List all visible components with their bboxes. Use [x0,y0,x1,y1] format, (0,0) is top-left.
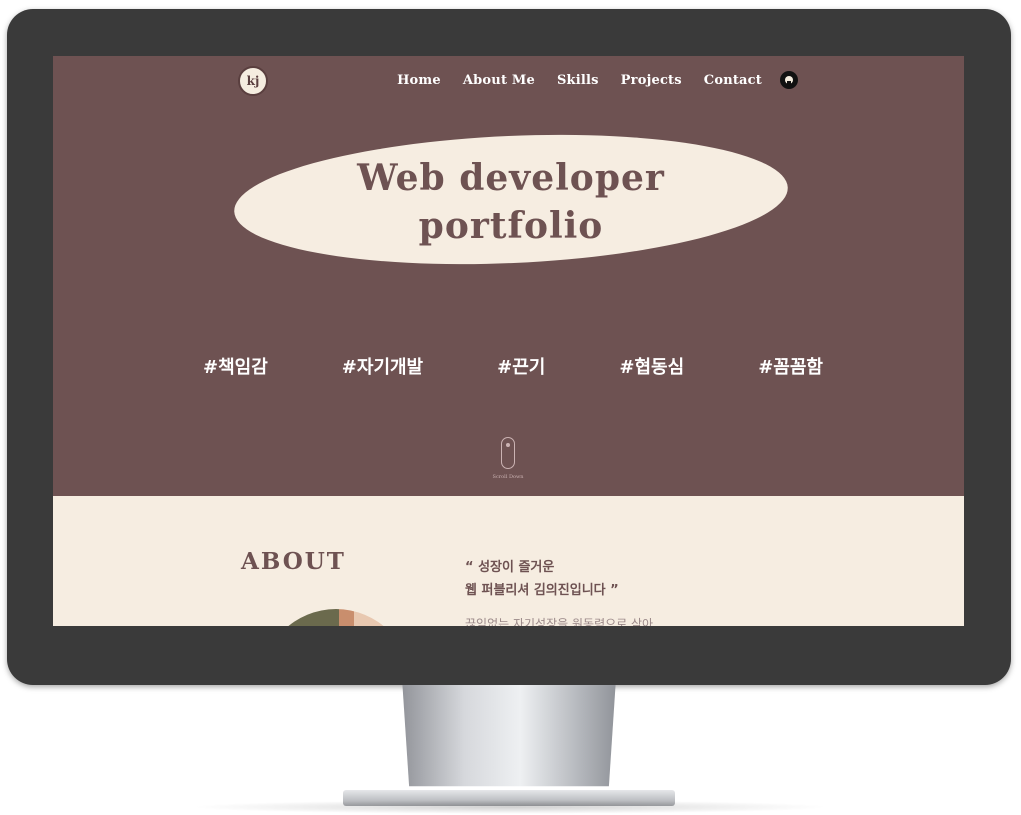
hero-title-line1: Web developer [357,157,665,199]
hashtag-item: #끈기 [497,357,546,378]
monitor-shadow [190,800,830,814]
logo[interactable]: kj [238,66,268,96]
nav-link-home[interactable]: Home [397,73,441,88]
about-quote-line2: 웹 퍼블리셔 김의진입니다 ” [465,583,619,598]
monitor-screen: kj Home About Me Skills Projects Contact… [53,56,964,626]
scroll-mouse-icon[interactable] [501,437,515,469]
about-quote: “ 성장이 즐거운 웹 퍼블리셔 김의진입니다 ” [465,556,619,602]
hero-title-line2: portfolio [418,205,604,247]
hero-title: Web developer portfolio [234,154,788,250]
nav-link-contact[interactable]: Contact [704,73,762,88]
hashtag-item: #협동심 [619,357,685,378]
nav-link-about-me[interactable]: About Me [463,73,535,88]
hashtag-item: #자기개발 [341,357,424,378]
scroll-down-label: Scroll Down [492,474,524,480]
hashtag-list: #책임감 #자기개발 #끈기 #협동심 #꼼꼼함 [203,353,823,379]
hashtag-item: #책임감 [203,357,268,378]
scroll-wheel-dot [506,443,510,447]
nav-link-projects[interactable]: Projects [621,73,682,88]
github-icon[interactable] [780,71,798,89]
about-body-text: 끊임없는 자기성장을 원동력으로 삼아 [465,617,654,626]
about-heading: ABOUT [241,548,346,575]
nav-links: Home About Me Skills Projects Contact [375,62,798,98]
about-section: ABOUT “ 성장이 즐거운 웹 퍼블리셔 김의진입니다 ” 끊임없는 자기성… [53,496,964,626]
monitor-stand [402,685,616,787]
about-quote-line1: “ 성장이 즐거운 [465,560,555,575]
profile-photo [261,609,411,626]
hero-section: kj Home About Me Skills Projects Contact… [53,56,964,496]
nav-link-skills[interactable]: Skills [557,73,599,88]
hashtag-item: #꼼꼼함 [758,357,823,378]
top-nav: kj Home About Me Skills Projects Contact [238,62,798,98]
